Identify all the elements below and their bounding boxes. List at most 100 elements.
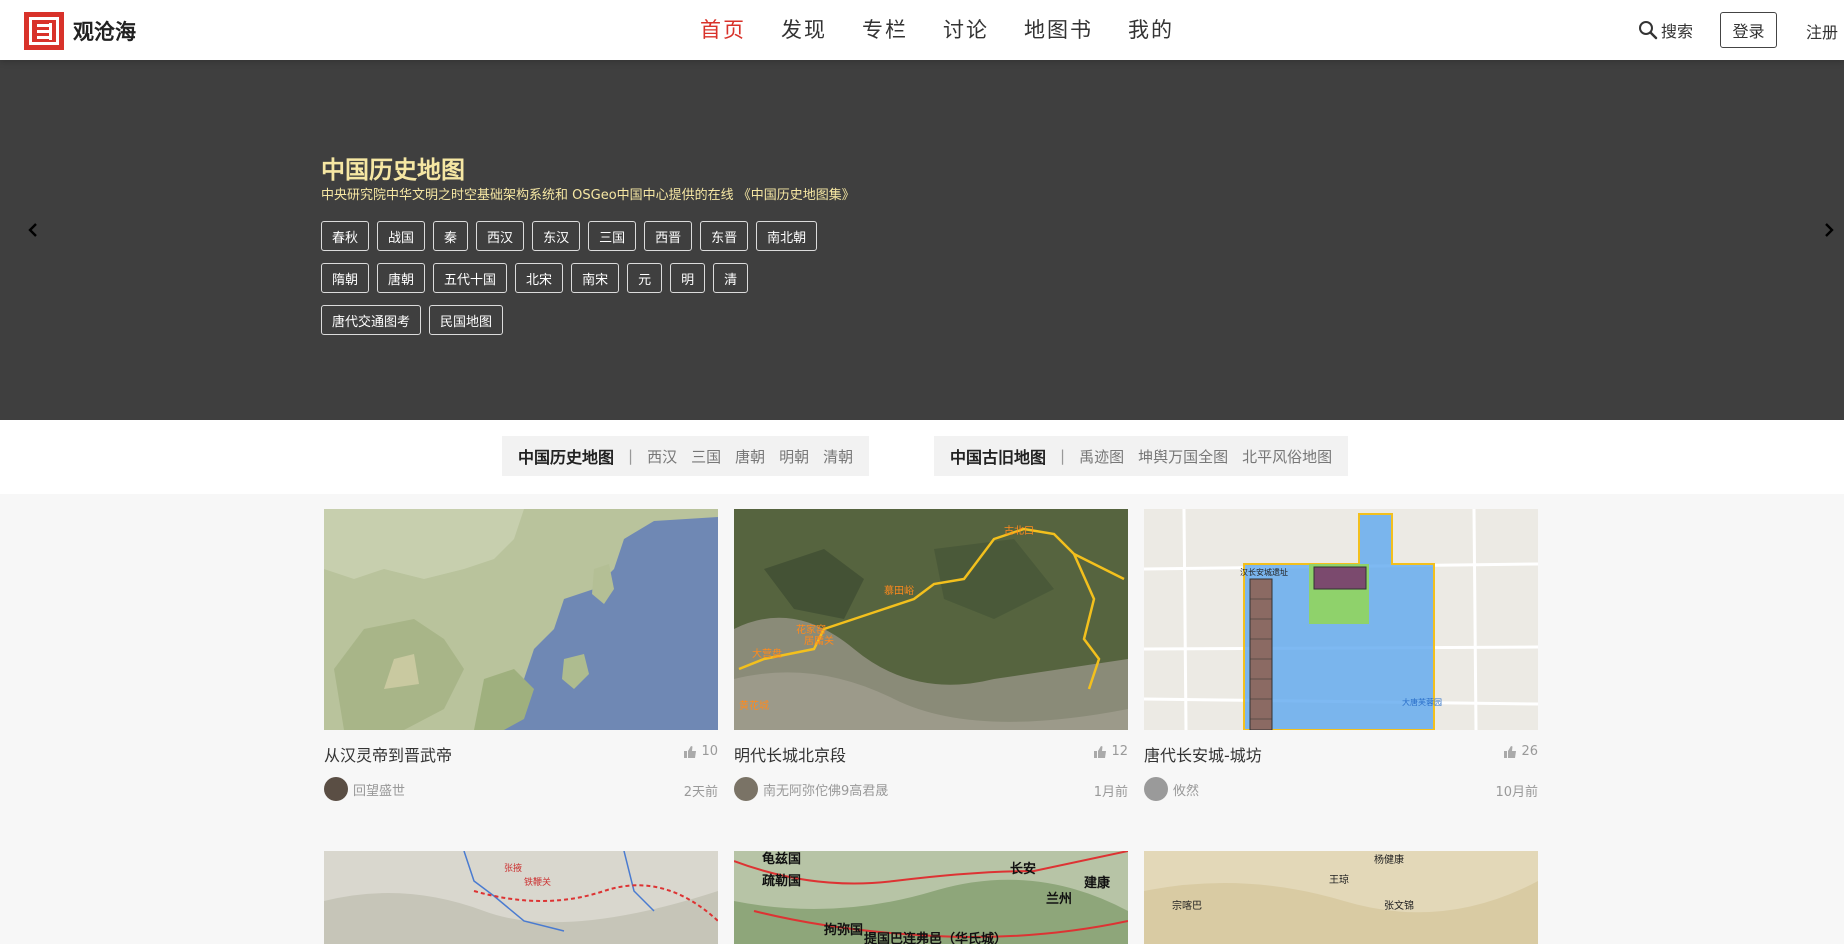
map-thumbnail[interactable]: 杨健康 王琼 张文锦 宗喀巴 xyxy=(1144,851,1538,944)
map-label: 大营盘 xyxy=(752,647,782,660)
tag-row: 唐代交通图考 民国地图 xyxy=(321,305,881,335)
map-label: 疏勒国 xyxy=(762,873,801,889)
card-title[interactable]: 唐代长安城-城坊 xyxy=(1144,742,1262,766)
tag-nanbeichao[interactable]: 南北朝 xyxy=(756,221,818,251)
map-card[interactable]: 居庸关 花家窑 大营盘 慕田峪 黄花城 古北口 明代长城北京段 12 南无阿弥佗… xyxy=(734,509,1128,801)
post-time: 2天前 xyxy=(683,785,718,800)
map-thumbnail[interactable]: 龟兹国 疏勒国 长安 兰州 建康 拘弥国 提国巴连弗邑（华氏城） xyxy=(734,851,1128,944)
tag-row: 隋朝 唐朝 五代十国 北宋 南宋 元 明 清 xyxy=(321,263,881,293)
tag-tangchao[interactable]: 唐朝 xyxy=(377,263,426,293)
author-name: 南无阿弥佗佛9高君晟 xyxy=(763,783,889,799)
map-label: 花家窑 xyxy=(796,623,826,636)
tag-chunqiu[interactable]: 春秋 xyxy=(321,221,370,251)
ancient-link-yuji[interactable]: 禹迹图 xyxy=(1079,446,1124,467)
map-card[interactable]: 从汉灵帝到晋武帝 10 回望盛世 2天前 xyxy=(324,509,718,801)
nav-mine[interactable]: 我的 xyxy=(1128,14,1174,44)
map-label: 龟兹国 xyxy=(762,851,801,867)
tag-tang-traffic[interactable]: 唐代交通图考 xyxy=(321,305,422,335)
card-author[interactable]: 攸然 xyxy=(1144,777,1199,801)
main-nav: 首页 发现 专栏 讨论 地图书 我的 xyxy=(700,14,1209,44)
author-name: 回望盛世 xyxy=(353,783,406,799)
avatar[interactable] xyxy=(734,777,758,801)
thumbs-up-icon xyxy=(1504,745,1517,758)
thumbs-up-icon xyxy=(1094,745,1107,758)
map-thumbnail[interactable]: 汉长安城遗址 大唐芙蓉园 xyxy=(1144,509,1538,730)
tag-xihan[interactable]: 西汉 xyxy=(476,221,525,251)
history-link-ming[interactable]: 明朝 xyxy=(779,446,809,467)
carousel-prev-icon[interactable] xyxy=(27,220,39,240)
site-logo[interactable] xyxy=(24,12,64,50)
nav-home[interactable]: 首页 xyxy=(700,14,746,44)
tag-donghan[interactable]: 东汉 xyxy=(532,221,581,251)
ancient-link-beiping[interactable]: 北平风俗地图 xyxy=(1242,446,1332,467)
tag-zhanguo[interactable]: 战国 xyxy=(377,221,426,251)
map-thumbnail[interactable]: 张掖 铁鞭关 xyxy=(324,851,718,944)
search-icon xyxy=(1639,21,1658,40)
register-link[interactable]: 注册 xyxy=(1806,19,1838,43)
avatar[interactable] xyxy=(1144,777,1168,801)
map-thumbnail[interactable]: 居庸关 花家窑 大营盘 慕田峪 黄花城 古北口 xyxy=(734,509,1128,730)
thumbs-up-icon xyxy=(684,745,697,758)
card-author[interactable]: 南无阿弥佗佛9高君晟 xyxy=(734,777,888,801)
map-label: 黄花城 xyxy=(739,699,769,712)
map-card[interactable]: 汉长安城遗址 大唐芙蓉园 唐代长安城-城坊 26 攸然 10月前 xyxy=(1144,509,1538,801)
tag-xijin[interactable]: 西晋 xyxy=(644,221,693,251)
history-link-sanguo[interactable]: 三国 xyxy=(691,446,721,467)
nav-column[interactable]: 专栏 xyxy=(862,14,908,44)
tag-ming[interactable]: 明 xyxy=(670,263,706,293)
map-label: 王琼 xyxy=(1329,873,1349,886)
search-button[interactable]: 搜索 xyxy=(1638,18,1693,42)
ancient-maps-title[interactable]: 中国古旧地图 xyxy=(950,444,1046,468)
dynasty-tags: 春秋 战国 秦 西汉 东汉 三国 西晋 东晋 南北朝 隋朝 唐朝 五代十国 北宋… xyxy=(321,221,881,347)
avatar[interactable] xyxy=(324,777,348,801)
author-name: 攸然 xyxy=(1173,783,1200,799)
separator: | xyxy=(628,447,634,465)
site-name[interactable]: 观沧海 xyxy=(73,16,136,46)
tag-nansong[interactable]: 南宋 xyxy=(571,263,620,293)
map-label: 建康 xyxy=(1084,875,1111,891)
post-time: 1月前 xyxy=(1093,785,1128,800)
tag-beisong[interactable]: 北宋 xyxy=(515,263,564,293)
map-label: 慕田峪 xyxy=(884,584,914,597)
card-title[interactable]: 从汉灵帝到晋武帝 xyxy=(324,742,452,766)
tag-qing[interactable]: 清 xyxy=(713,263,749,293)
banner-subtitle: 中央研究院中华文明之时空基础架构系统和 OSGeo中国中心提供的在线 《中国历史… xyxy=(321,188,855,203)
like-button[interactable]: 12 xyxy=(1093,744,1128,759)
tag-suichao[interactable]: 隋朝 xyxy=(321,263,370,293)
tag-qin[interactable]: 秦 xyxy=(433,221,469,251)
ancient-link-kunyu[interactable]: 坤舆万国全图 xyxy=(1138,446,1228,467)
map-label: 长安 xyxy=(1010,861,1036,877)
login-button[interactable]: 登录 xyxy=(1720,12,1777,48)
tag-row: 春秋 战国 秦 西汉 东汉 三国 西晋 东晋 南北朝 xyxy=(321,221,881,251)
map-label: 古北口 xyxy=(1004,524,1034,537)
map-label: 汉长安城遗址 xyxy=(1240,567,1288,577)
card-author[interactable]: 回望盛世 xyxy=(324,777,405,801)
banner-title: 中国历史地图 xyxy=(321,156,465,184)
history-link-xihan[interactable]: 西汉 xyxy=(647,446,677,467)
map-label: 大唐芙蓉园 xyxy=(1402,697,1442,707)
ancient-maps-group: 中国古旧地图 | 禹迹图 坤舆万国全图 北平风俗地图 xyxy=(934,436,1349,476)
tag-minguo[interactable]: 民国地图 xyxy=(429,305,504,335)
card-title[interactable]: 明代长城北京段 xyxy=(734,742,846,766)
map-thumbnail[interactable] xyxy=(324,509,718,730)
tag-wudai[interactable]: 五代十国 xyxy=(433,263,508,293)
map-label: 拘弥国 xyxy=(824,922,863,938)
quick-links-bar: 中国历史地图 | 西汉 三国 唐朝 明朝 清朝 中国古旧地图 | 禹迹图 坤舆万… xyxy=(0,420,1844,494)
like-count: 12 xyxy=(1111,744,1128,759)
top-navbar: 观沧海 首页 发现 专栏 讨论 地图书 我的 搜索 登录 注册 xyxy=(0,0,1844,60)
nav-discussion[interactable]: 讨论 xyxy=(943,14,989,44)
history-link-qing[interactable]: 清朝 xyxy=(823,446,853,467)
map-label: 张掖 xyxy=(504,862,522,874)
like-count: 10 xyxy=(701,744,718,759)
nav-mapbook[interactable]: 地图书 xyxy=(1024,14,1093,44)
history-maps-title[interactable]: 中国历史地图 xyxy=(518,444,614,468)
like-button[interactable]: 26 xyxy=(1503,744,1538,759)
tag-sanguo[interactable]: 三国 xyxy=(588,221,637,251)
history-maps-group: 中国历史地图 | 西汉 三国 唐朝 明朝 清朝 xyxy=(502,436,870,476)
carousel-next-icon[interactable] xyxy=(1823,220,1835,240)
like-button[interactable]: 10 xyxy=(683,744,718,759)
history-link-tang[interactable]: 唐朝 xyxy=(735,446,765,467)
tag-yuan[interactable]: 元 xyxy=(627,263,663,293)
nav-discover[interactable]: 发现 xyxy=(781,14,827,44)
tag-dongjin[interactable]: 东晋 xyxy=(700,221,749,251)
